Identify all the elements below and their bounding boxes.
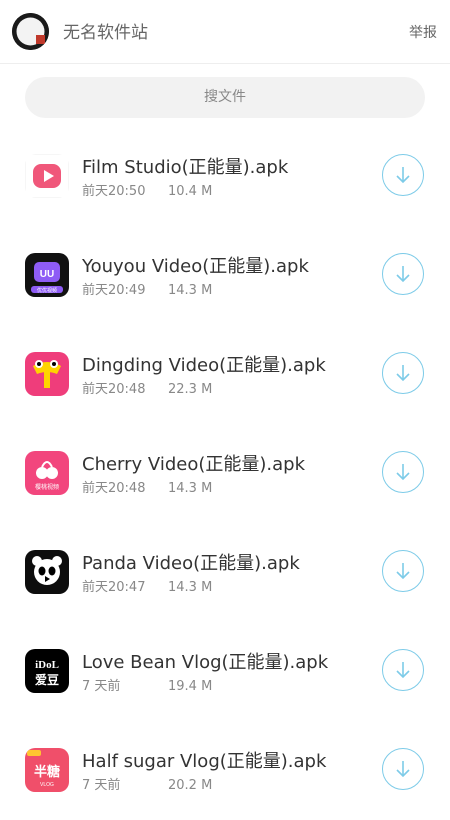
file-meta: 前天20:48 22.3 M: [82, 378, 212, 397]
file-size: 14.3 M: [168, 481, 213, 496]
report-link[interactable]: 举报: [409, 22, 437, 42]
list-item[interactable]: 半糖 VLOG Half sugar Vlog(正能量).apk 7 天前 20.…: [0, 721, 450, 820]
file-time: 前天20:48: [82, 382, 146, 397]
film-studio-icon: [25, 154, 69, 198]
youyou-icon-sub: 优优视频: [37, 287, 57, 294]
youyou-icon-text: UU: [40, 269, 54, 280]
site-title: 无名软件站: [63, 23, 148, 43]
file-size: 20.2 M: [168, 778, 213, 793]
love-bean-icon-text: iDoL: [35, 659, 59, 671]
site-logo[interactable]: [12, 13, 49, 50]
file-time: 7 天前: [82, 778, 121, 793]
love-bean-icon-sub: 爱豆: [35, 672, 59, 687]
file-name[interactable]: Love Bean Vlog(正能量).apk: [82, 648, 328, 674]
arrow-down-icon: [396, 761, 410, 778]
arrow-down-icon: [396, 266, 410, 283]
file-name[interactable]: Cherry Video(正能量).apk: [82, 450, 305, 476]
file-meta: 前天20:50 10.4 M: [82, 180, 212, 199]
header: 无名软件站 举报: [0, 0, 450, 64]
list-item[interactable]: Film Studio(正能量).apk 前天20:50 10.4 M: [0, 127, 450, 226]
dingding-video-icon: [25, 352, 69, 396]
love-bean-vlog-icon: iDoL 爱豆: [25, 649, 69, 693]
download-button[interactable]: [382, 550, 424, 592]
download-button[interactable]: [382, 748, 424, 790]
list-item[interactable]: 樱桃视频 Cherry Video(正能量).apk 前天20:48 14.3 M: [0, 424, 450, 523]
file-time: 7 天前: [82, 679, 121, 694]
youyou-video-icon: UU 优优视频: [25, 253, 69, 297]
file-name[interactable]: Half sugar Vlog(正能量).apk: [82, 747, 326, 773]
file-name[interactable]: Youyou Video(正能量).apk: [82, 252, 309, 278]
cherry-video-icon: 樱桃视频: [25, 451, 69, 495]
half-sugar-icon-text: 半糖: [34, 764, 60, 780]
file-name[interactable]: Dingding Video(正能量).apk: [82, 351, 326, 377]
file-meta: 前天20:48 14.3 M: [82, 477, 212, 496]
file-size: 19.4 M: [168, 679, 213, 694]
file-meta: 7 天前 20.2 M: [82, 774, 212, 793]
half-sugar-icon-sub: VLOG: [40, 782, 54, 788]
arrow-down-icon: [396, 365, 410, 382]
list-item[interactable]: UU 优优视频 Youyou Video(正能量).apk 前天20:49 14.…: [0, 226, 450, 325]
file-name[interactable]: Film Studio(正能量).apk: [82, 153, 288, 179]
file-name[interactable]: Panda Video(正能量).apk: [82, 549, 300, 575]
arrow-down-icon: [396, 662, 410, 679]
download-button[interactable]: [382, 649, 424, 691]
search-input[interactable]: 搜文件: [25, 77, 425, 118]
file-size: 10.4 M: [168, 184, 213, 199]
list-item[interactable]: Panda Video(正能量).apk 前天20:47 14.3 M: [0, 523, 450, 622]
arrow-down-icon: [396, 563, 410, 580]
file-size: 22.3 M: [168, 382, 213, 397]
file-meta: 前天20:47 14.3 M: [82, 576, 212, 595]
half-sugar-vlog-icon: 半糖 VLOG: [25, 748, 69, 792]
cherry-icon-sub: 樱桃视频: [35, 483, 59, 491]
file-time: 前天20:49: [82, 283, 146, 298]
file-meta: 7 天前 19.4 M: [82, 675, 212, 694]
file-time: 前天20:48: [82, 481, 146, 496]
list-item[interactable]: iDoL 爱豆 Love Bean Vlog(正能量).apk 7 天前 19.4…: [0, 622, 450, 721]
file-time: 前天20:47: [82, 580, 146, 595]
file-time: 前天20:50: [82, 184, 146, 199]
download-button[interactable]: [382, 451, 424, 493]
file-size: 14.3 M: [168, 580, 213, 595]
file-list: Film Studio(正能量).apk 前天20:50 10.4 M UU 优优…: [0, 127, 450, 820]
download-button[interactable]: [382, 352, 424, 394]
file-size: 14.3 M: [168, 283, 213, 298]
arrow-down-icon: [396, 464, 410, 481]
download-button[interactable]: [382, 154, 424, 196]
download-button[interactable]: [382, 253, 424, 295]
arrow-down-icon: [396, 167, 410, 184]
file-meta: 前天20:49 14.3 M: [82, 279, 212, 298]
list-item[interactable]: Dingding Video(正能量).apk 前天20:48 22.3 M: [0, 325, 450, 424]
panda-video-icon: [25, 550, 69, 594]
